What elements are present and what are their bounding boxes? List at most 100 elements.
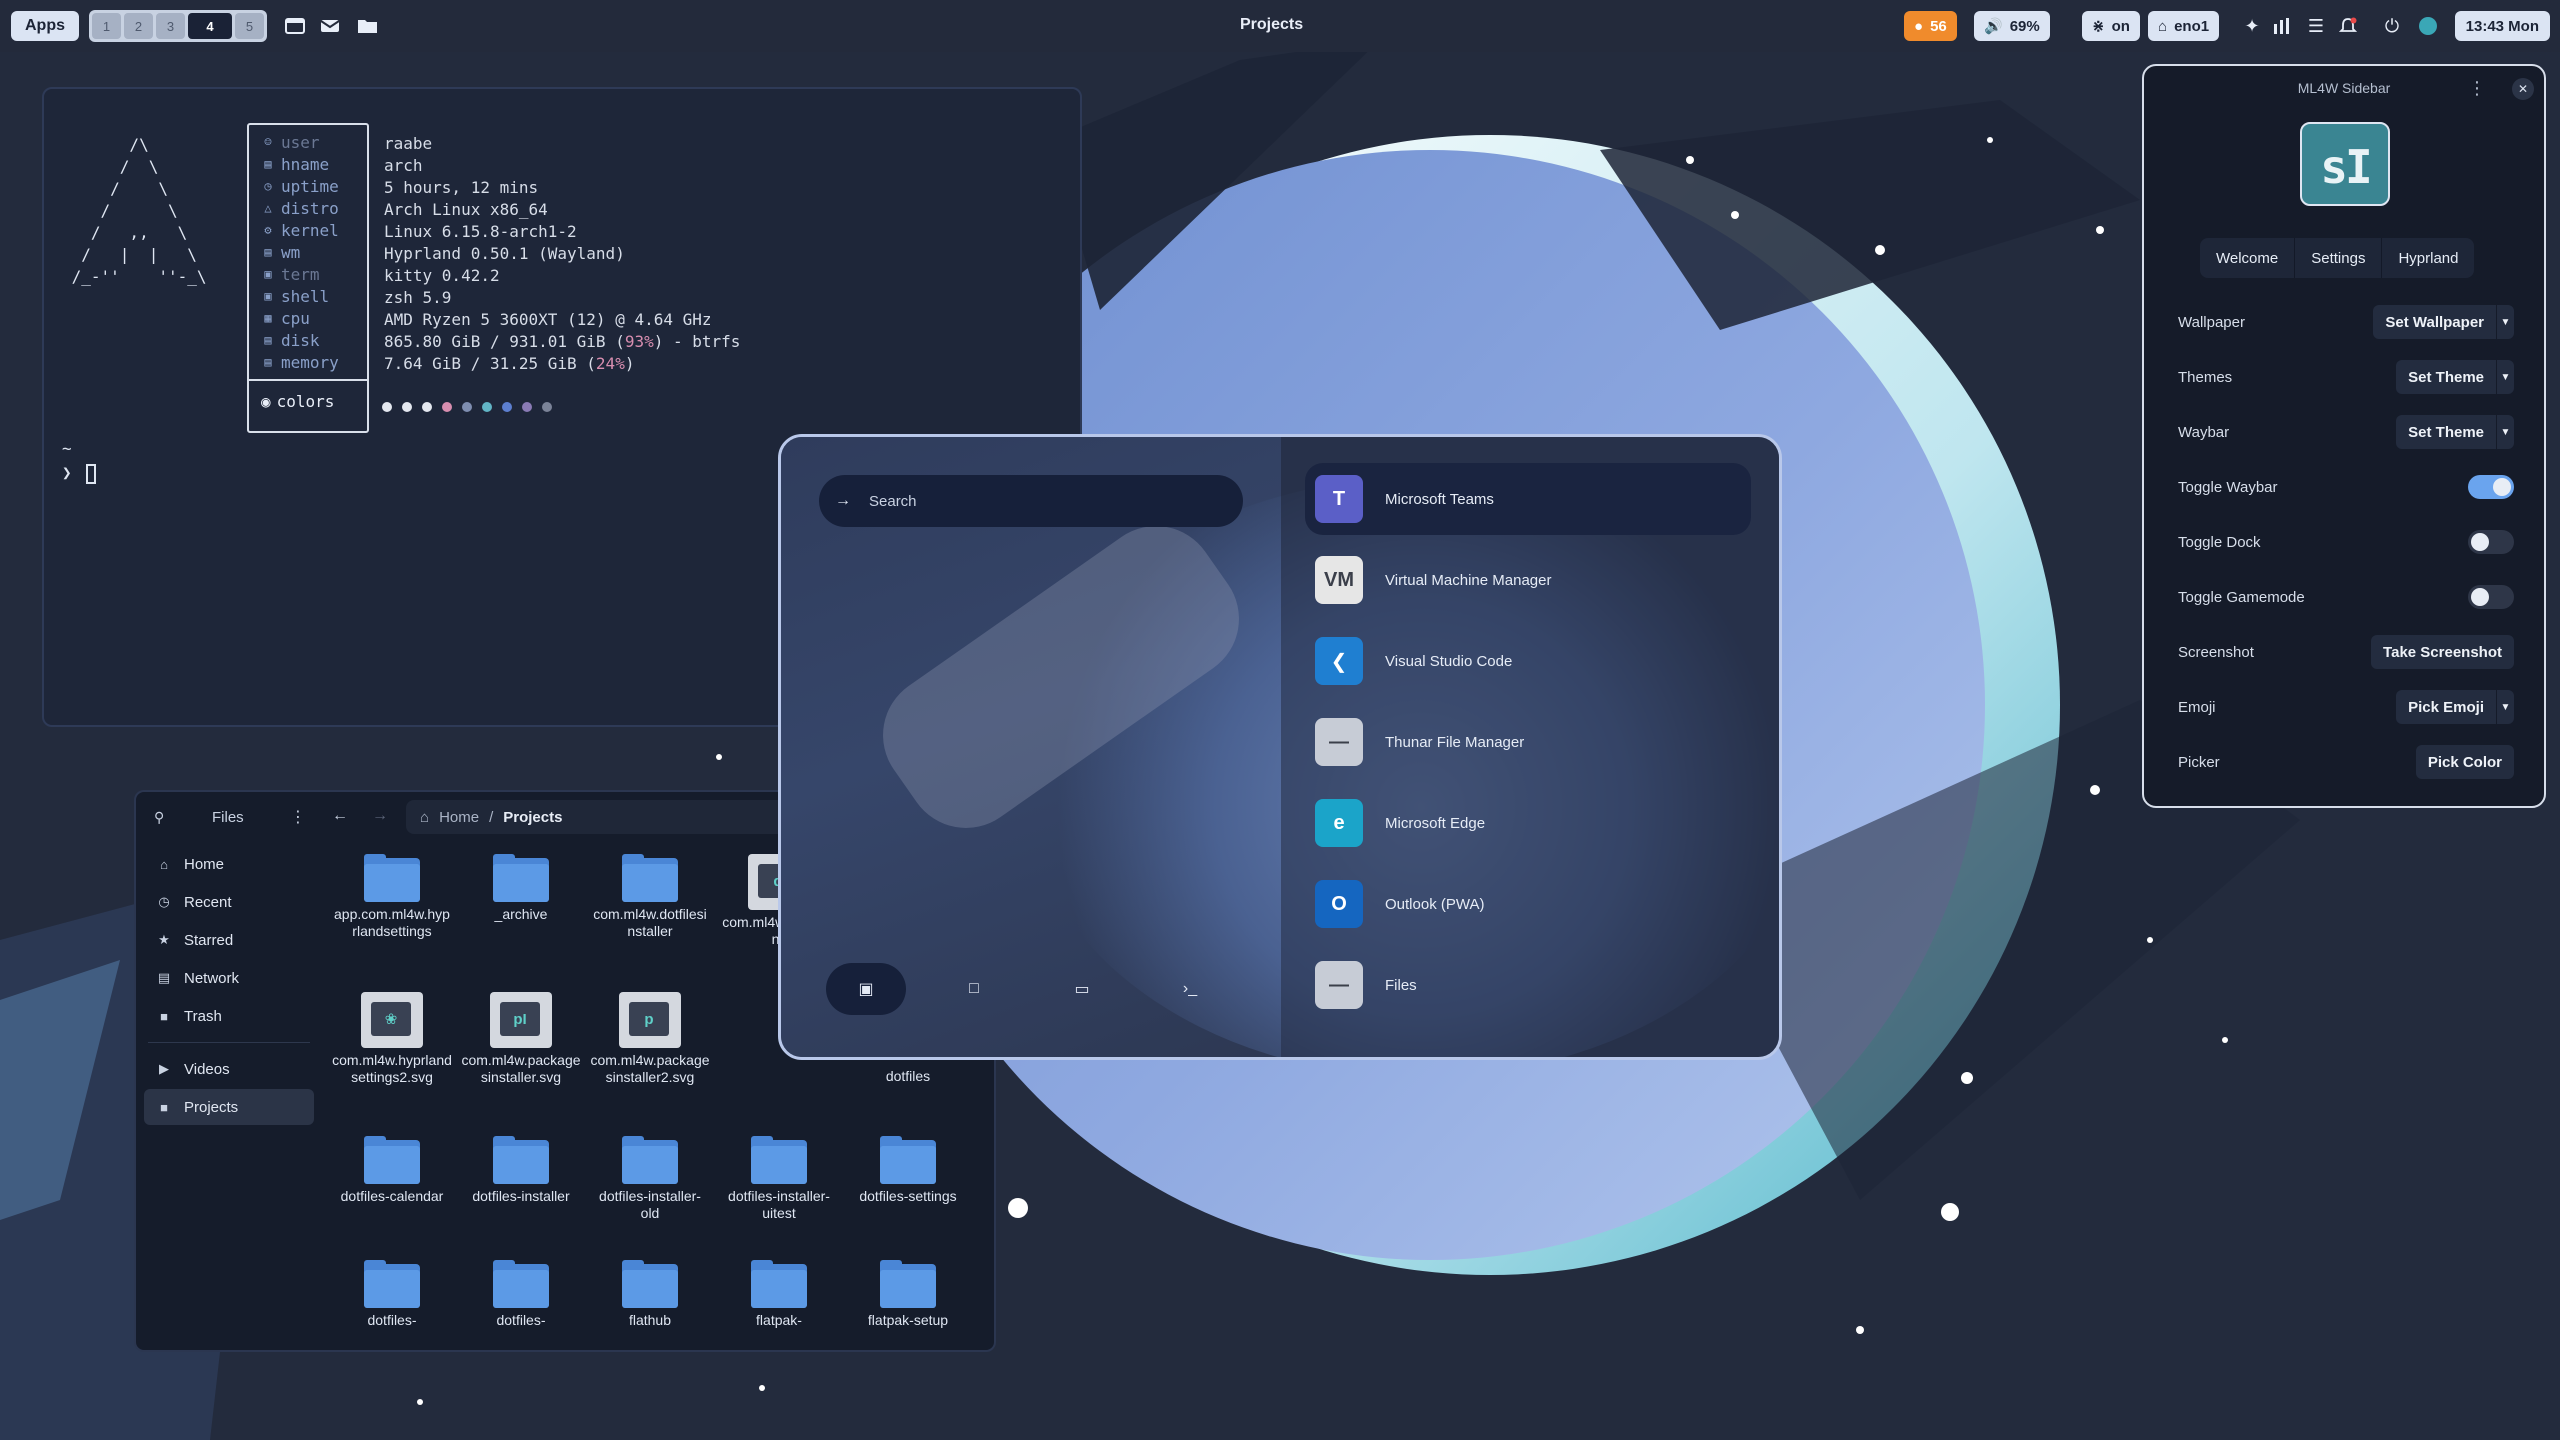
folder-icon[interactable] <box>356 14 380 38</box>
home-icon: ⌂ <box>420 808 430 826</box>
mode-folder-button[interactable]: □ <box>934 963 1014 1015</box>
mail-icon[interactable] <box>318 14 342 38</box>
file-item[interactable]: flatpak- <box>719 1260 839 1329</box>
set-wallpaper-button[interactable]: Set Wallpaper ▼ <box>2373 305 2514 339</box>
value-shell: zsh 5.9 <box>384 288 452 307</box>
workspace-5[interactable]: 5 <box>235 13 264 39</box>
sidebar-item-videos[interactable]: ▶ Videos <box>144 1051 314 1087</box>
chevron-down-icon[interactable]: ▼ <box>2496 305 2514 339</box>
tab-settings[interactable]: Settings <box>2295 238 2383 278</box>
file-item[interactable]: dotfiles <box>848 1064 968 1085</box>
app-icon-glyph: VM <box>1324 568 1354 591</box>
mode-apps-cube-button[interactable]: ▣ <box>826 963 906 1015</box>
app-item-microsoft-edge[interactable]: e Microsoft Edge <box>1305 787 1751 859</box>
pick-color-button[interactable]: Pick Color <box>2415 745 2514 779</box>
file-item[interactable]: flathub <box>590 1260 710 1329</box>
file-item[interactable]: dotfiles-settings <box>848 1136 968 1205</box>
teams-icon: T <box>1315 475 1363 523</box>
sidebar-item-projects[interactable]: ■ Projects <box>144 1089 314 1125</box>
file-name: dotfiles-installer <box>472 1188 570 1204</box>
set-theme-button[interactable]: Set Theme ▼ <box>2396 360 2514 394</box>
chevron-down-icon[interactable]: ▼ <box>2496 360 2514 394</box>
file-item[interactable]: ❀ com.ml4w.hyprlandsettings2.svg <box>332 992 452 1086</box>
take-screenshot-button[interactable]: Take Screenshot <box>2371 635 2514 669</box>
clock[interactable]: 13:43 Mon <box>2454 11 2550 41</box>
bluetooth-indicator[interactable]: ⋇ on <box>2082 11 2140 41</box>
file-item[interactable]: p com.ml4w.packagesinstaller2.svg <box>590 992 710 1086</box>
tab-hyprland[interactable]: Hyprland <box>2382 238 2474 278</box>
workspace-2[interactable]: 2 <box>124 13 153 39</box>
value-term: kitty 0.42.2 <box>384 266 500 285</box>
app-item-visual-studio-code[interactable]: ❮ Visual Studio Code <box>1305 625 1751 697</box>
workspace-3[interactable]: 3 <box>156 13 185 39</box>
setting-row-themes: Themes Set Theme ▼ <box>2178 357 2514 397</box>
network-indicator[interactable]: ⌂ eno1 <box>2148 11 2220 41</box>
ml4w-logo: sI <box>2300 122 2390 206</box>
file-item[interactable]: com.ml4w.dotfilesinstaller <box>590 854 710 940</box>
toggle-waybar-switch[interactable] <box>2468 475 2514 499</box>
search-bar[interactable]: → <box>819 475 1243 527</box>
tab-welcome[interactable]: Welcome <box>2200 238 2296 278</box>
file-item[interactable]: dotfiles-installer <box>461 1136 581 1205</box>
kebab-menu-icon[interactable]: ⋮ <box>2468 78 2486 99</box>
bell-icon[interactable] <box>2336 14 2360 38</box>
stats-icon[interactable] <box>2270 14 2294 38</box>
app-item-outlook-pwa[interactable]: O Outlook (PWA) <box>1305 868 1751 940</box>
close-icon[interactable]: ✕ <box>2512 78 2534 100</box>
search-icon[interactable]: ⚲ <box>154 809 164 826</box>
search-input[interactable] <box>869 492 1209 510</box>
app-label: Microsoft Edge <box>1385 814 1486 832</box>
app-item-virtual-machine-manager[interactable]: VM Virtual Machine Manager <box>1305 544 1751 616</box>
file-item[interactable]: dotfiles- <box>461 1260 581 1329</box>
file-item[interactable]: dotfiles-installer-old <box>590 1136 710 1222</box>
file-item[interactable]: pI com.ml4w.packagesinstaller.svg <box>461 992 581 1086</box>
setting-label: Emoji <box>2178 698 2216 716</box>
set-theme-button[interactable]: Set Theme ▼ <box>2396 415 2514 449</box>
network-icon: ▤ <box>157 970 171 985</box>
forward-arrow-icon[interactable]: → <box>372 807 388 825</box>
power-icon[interactable]: ⏻ <box>2380 14 2404 38</box>
sparkle-icon[interactable]: ✦ <box>2240 14 2264 38</box>
mode-terminal-button[interactable]: ›_ <box>1150 963 1230 1015</box>
key-label: kernel <box>281 220 339 240</box>
updates-indicator[interactable]: ● 56 <box>1904 11 1957 41</box>
sidebar-item-recent[interactable]: ◷ Recent <box>144 884 314 920</box>
ml4w-icon[interactable] <box>2416 14 2440 38</box>
workspace-4[interactable]: 4 <box>188 13 232 39</box>
app-item-files[interactable]: — Files <box>1305 949 1751 1021</box>
star-icon: ★ <box>158 932 170 947</box>
shell-prompt[interactable]: ~ ❯ <box>62 437 96 485</box>
key-label: wm <box>281 242 301 262</box>
sidebar-item-network[interactable]: ▤ Network <box>144 960 314 996</box>
mode-window-button[interactable]: ▭ <box>1042 963 1122 1015</box>
workspace-1[interactable]: 1 <box>92 13 121 39</box>
app-item-thunar-file-manager[interactable]: — Thunar File Manager <box>1305 706 1751 778</box>
back-arrow-icon[interactable]: ← <box>332 807 348 825</box>
palette-dot <box>442 402 452 412</box>
sidebar-item-home[interactable]: ⌂ Home <box>144 846 314 882</box>
network-icon: ⌂ <box>2158 17 2168 35</box>
file-item[interactable]: _archive <box>461 854 581 923</box>
prompt-symbol: ❯ <box>62 463 72 482</box>
breadcrumb-projects[interactable]: Projects <box>503 809 562 826</box>
file-item[interactable]: dotfiles-calendar <box>332 1136 452 1205</box>
file-item[interactable]: app.com.ml4w.hyprlandsettings <box>332 854 452 940</box>
file-name: com.ml4w.dotfilesinstaller <box>593 906 707 939</box>
sidebar-item-starred[interactable]: ★ Starred <box>144 922 314 958</box>
app-item-microsoft-teams[interactable]: T Microsoft Teams <box>1305 463 1751 535</box>
chevron-down-icon[interactable]: ▼ <box>2496 690 2514 724</box>
menu-icon[interactable]: ⋮ <box>290 807 306 827</box>
volume-indicator[interactable]: 🔊 69% <box>1974 11 2050 41</box>
layers-icon[interactable]: ☰ <box>2304 14 2328 38</box>
file-item[interactable]: flatpak-setup <box>848 1260 968 1329</box>
window-icon[interactable] <box>283 14 307 38</box>
file-item[interactable]: dotfiles-installer-uitest <box>719 1136 839 1222</box>
breadcrumb-home[interactable]: Home <box>439 809 479 826</box>
pick-emoji-button[interactable]: Pick Emoji ▼ <box>2396 690 2514 724</box>
chevron-down-icon[interactable]: ▼ <box>2496 415 2514 449</box>
file-item[interactable]: dotfiles- <box>332 1260 452 1329</box>
sidebar-item-trash[interactable]: ■ Trash <box>144 998 314 1034</box>
toggle-dock-switch[interactable] <box>2468 530 2514 554</box>
toggle-gamemode-switch[interactable] <box>2468 585 2514 609</box>
apps-button[interactable]: Apps <box>11 11 79 41</box>
